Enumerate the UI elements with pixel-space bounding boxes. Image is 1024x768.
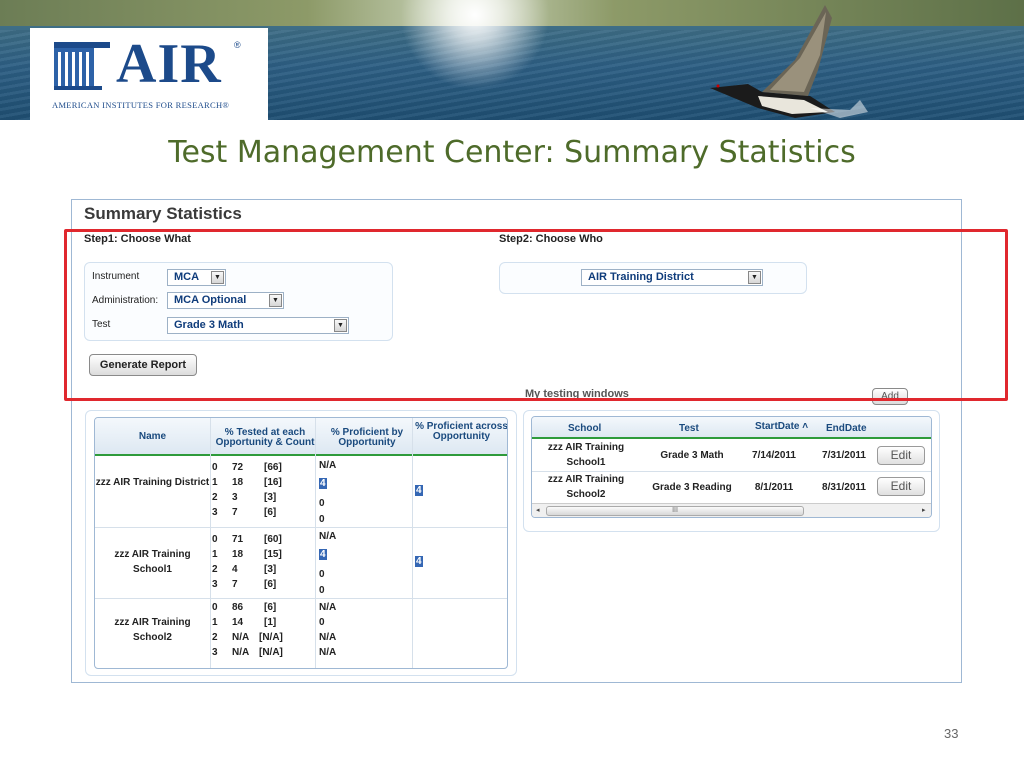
table-row: 1 xyxy=(212,477,218,488)
table-row: 7 xyxy=(232,579,238,590)
air-logo: AIR ® AMERICAN INSTITUTES FOR RESEARCH® xyxy=(30,28,268,120)
table-row: 1 xyxy=(212,549,218,560)
window-end: 7/31/2011 xyxy=(822,450,866,461)
table-row: 72 xyxy=(232,462,244,473)
results-table: Name % Tested at each Opportunity & Coun… xyxy=(94,417,508,669)
table-row: [66] xyxy=(264,462,282,473)
table-row: [6] xyxy=(264,579,277,590)
windows-header-row: School Test StartDate ˄ EndDate xyxy=(532,417,931,439)
window-end: 8/31/2011 xyxy=(822,482,866,493)
table-row: 0 xyxy=(212,602,218,613)
table-row: [6] xyxy=(264,507,277,518)
table-row: 71 xyxy=(232,534,244,545)
table-row: 2 xyxy=(212,632,218,643)
table-row: 4 xyxy=(232,564,238,575)
table-row: 1 xyxy=(212,617,218,628)
slide-title: Test Management Center: Summary Statisti… xyxy=(168,135,856,170)
panel-heading: Summary Statistics xyxy=(84,204,242,223)
proficient-value: N/A xyxy=(319,647,337,658)
table-row: 0 xyxy=(212,462,218,473)
proficient-value: 0 xyxy=(319,617,325,628)
table-row: 7 xyxy=(232,507,238,518)
proficient-value: N/A xyxy=(319,632,337,643)
header-school: School xyxy=(568,423,602,434)
table-row: [6] xyxy=(264,602,277,613)
table-row: N/A xyxy=(232,632,250,643)
table-row: N/A xyxy=(232,647,250,658)
header-start-date[interactable]: StartDate ˄ xyxy=(755,421,808,432)
window-start: 8/1/2011 xyxy=(754,482,794,493)
table-row: [16] xyxy=(264,477,282,488)
results-header-row: Name % Tested at each Opportunity & Coun… xyxy=(95,418,508,456)
table-row: 3 xyxy=(212,507,218,518)
highlight-box xyxy=(64,229,1008,401)
table-row: [15] xyxy=(264,549,282,560)
scroll-thumb[interactable]: III xyxy=(546,506,804,516)
header-end-date: EndDate xyxy=(826,423,867,434)
window-school: zzz AIR Training School1 xyxy=(547,442,625,468)
header-test: Test xyxy=(679,423,699,434)
page-number: 33 xyxy=(944,726,959,741)
row-divider xyxy=(95,527,507,528)
logo-wordmark: AIR xyxy=(116,33,222,95)
summary-statistics-screenshot: Summary Statistics Step1: Choose What St… xyxy=(64,199,1008,683)
proficient-value: 4 xyxy=(319,478,327,489)
header-proficient: % Proficient by Opportunity xyxy=(330,427,404,448)
sort-ascending-icon: ˄ xyxy=(802,421,809,432)
proficient-value: 4 xyxy=(319,549,327,560)
table-row: 3 xyxy=(232,492,238,503)
window-test: Grade 3 Math xyxy=(660,450,724,461)
proficient-value: N/A xyxy=(319,531,337,542)
proficient-value: 0 xyxy=(319,498,325,509)
table-row: 14 xyxy=(232,617,244,628)
proficient-value: N/A xyxy=(319,602,337,613)
table-row: [60] xyxy=(264,534,282,545)
proficient-value: 0 xyxy=(319,514,325,525)
edit-button[interactable]: Edit xyxy=(877,446,925,465)
column-divider xyxy=(412,418,413,668)
table-row-name: zzz AIR Training School2 xyxy=(114,617,191,643)
column-divider xyxy=(315,418,316,668)
table-row: 86 xyxy=(232,602,244,613)
header-proficient-across: % Proficient across Opportunity xyxy=(415,421,508,442)
testing-windows-table: School Test StartDate ˄ EndDate zzz AIR … xyxy=(531,416,932,518)
table-row: [N/A] xyxy=(259,647,283,658)
table-row-name: zzz AIR Training District xyxy=(95,477,210,488)
logo-tagline: AMERICAN INSTITUTES FOR RESEARCH® xyxy=(52,100,230,110)
table-row: [N/A] xyxy=(259,632,283,643)
proficient-value: 0 xyxy=(319,569,325,580)
table-row: 0 xyxy=(212,534,218,545)
slide: AIR ® AMERICAN INSTITUTES FOR RESEARCH® … xyxy=(0,0,1024,768)
table-row: 18 xyxy=(232,477,244,488)
column-divider xyxy=(210,418,211,668)
proficient-value: 0 xyxy=(319,585,325,596)
horizontal-scrollbar[interactable]: ◂ III ▸ xyxy=(532,503,931,517)
loon-bird-image xyxy=(710,5,868,118)
window-test: Grade 3 Reading xyxy=(652,482,732,493)
row-divider xyxy=(95,598,507,599)
table-row: [3] xyxy=(264,492,277,503)
table-row-name: zzz AIR Training School1 xyxy=(114,549,191,575)
edit-button[interactable]: Edit xyxy=(877,477,925,496)
scroll-left-icon[interactable]: ◂ xyxy=(536,506,540,514)
table-row: 3 xyxy=(212,579,218,590)
proficient-across-value: 4 xyxy=(415,556,423,567)
scroll-right-icon[interactable]: ▸ xyxy=(922,506,926,514)
table-row: [3] xyxy=(264,564,277,575)
header-name: Name xyxy=(138,431,167,442)
table-row: 3 xyxy=(212,647,218,658)
proficient-value: N/A xyxy=(319,460,337,471)
table-row: [1] xyxy=(264,617,277,628)
logo-registered-mark: ® xyxy=(234,40,241,50)
window-start: 7/14/2011 xyxy=(752,450,796,461)
table-row: 2 xyxy=(212,492,218,503)
header-banner: AIR ® AMERICAN INSTITUTES FOR RESEARCH® xyxy=(0,0,1024,120)
header-tested: % Tested at each Opportunity & Count xyxy=(215,427,315,448)
table-row: 2 xyxy=(212,564,218,575)
proficient-across-value: 4 xyxy=(415,485,423,496)
building-columns-icon xyxy=(54,42,110,90)
window-school: zzz AIR Training School2 xyxy=(547,474,625,500)
table-row: 18 xyxy=(232,549,244,560)
